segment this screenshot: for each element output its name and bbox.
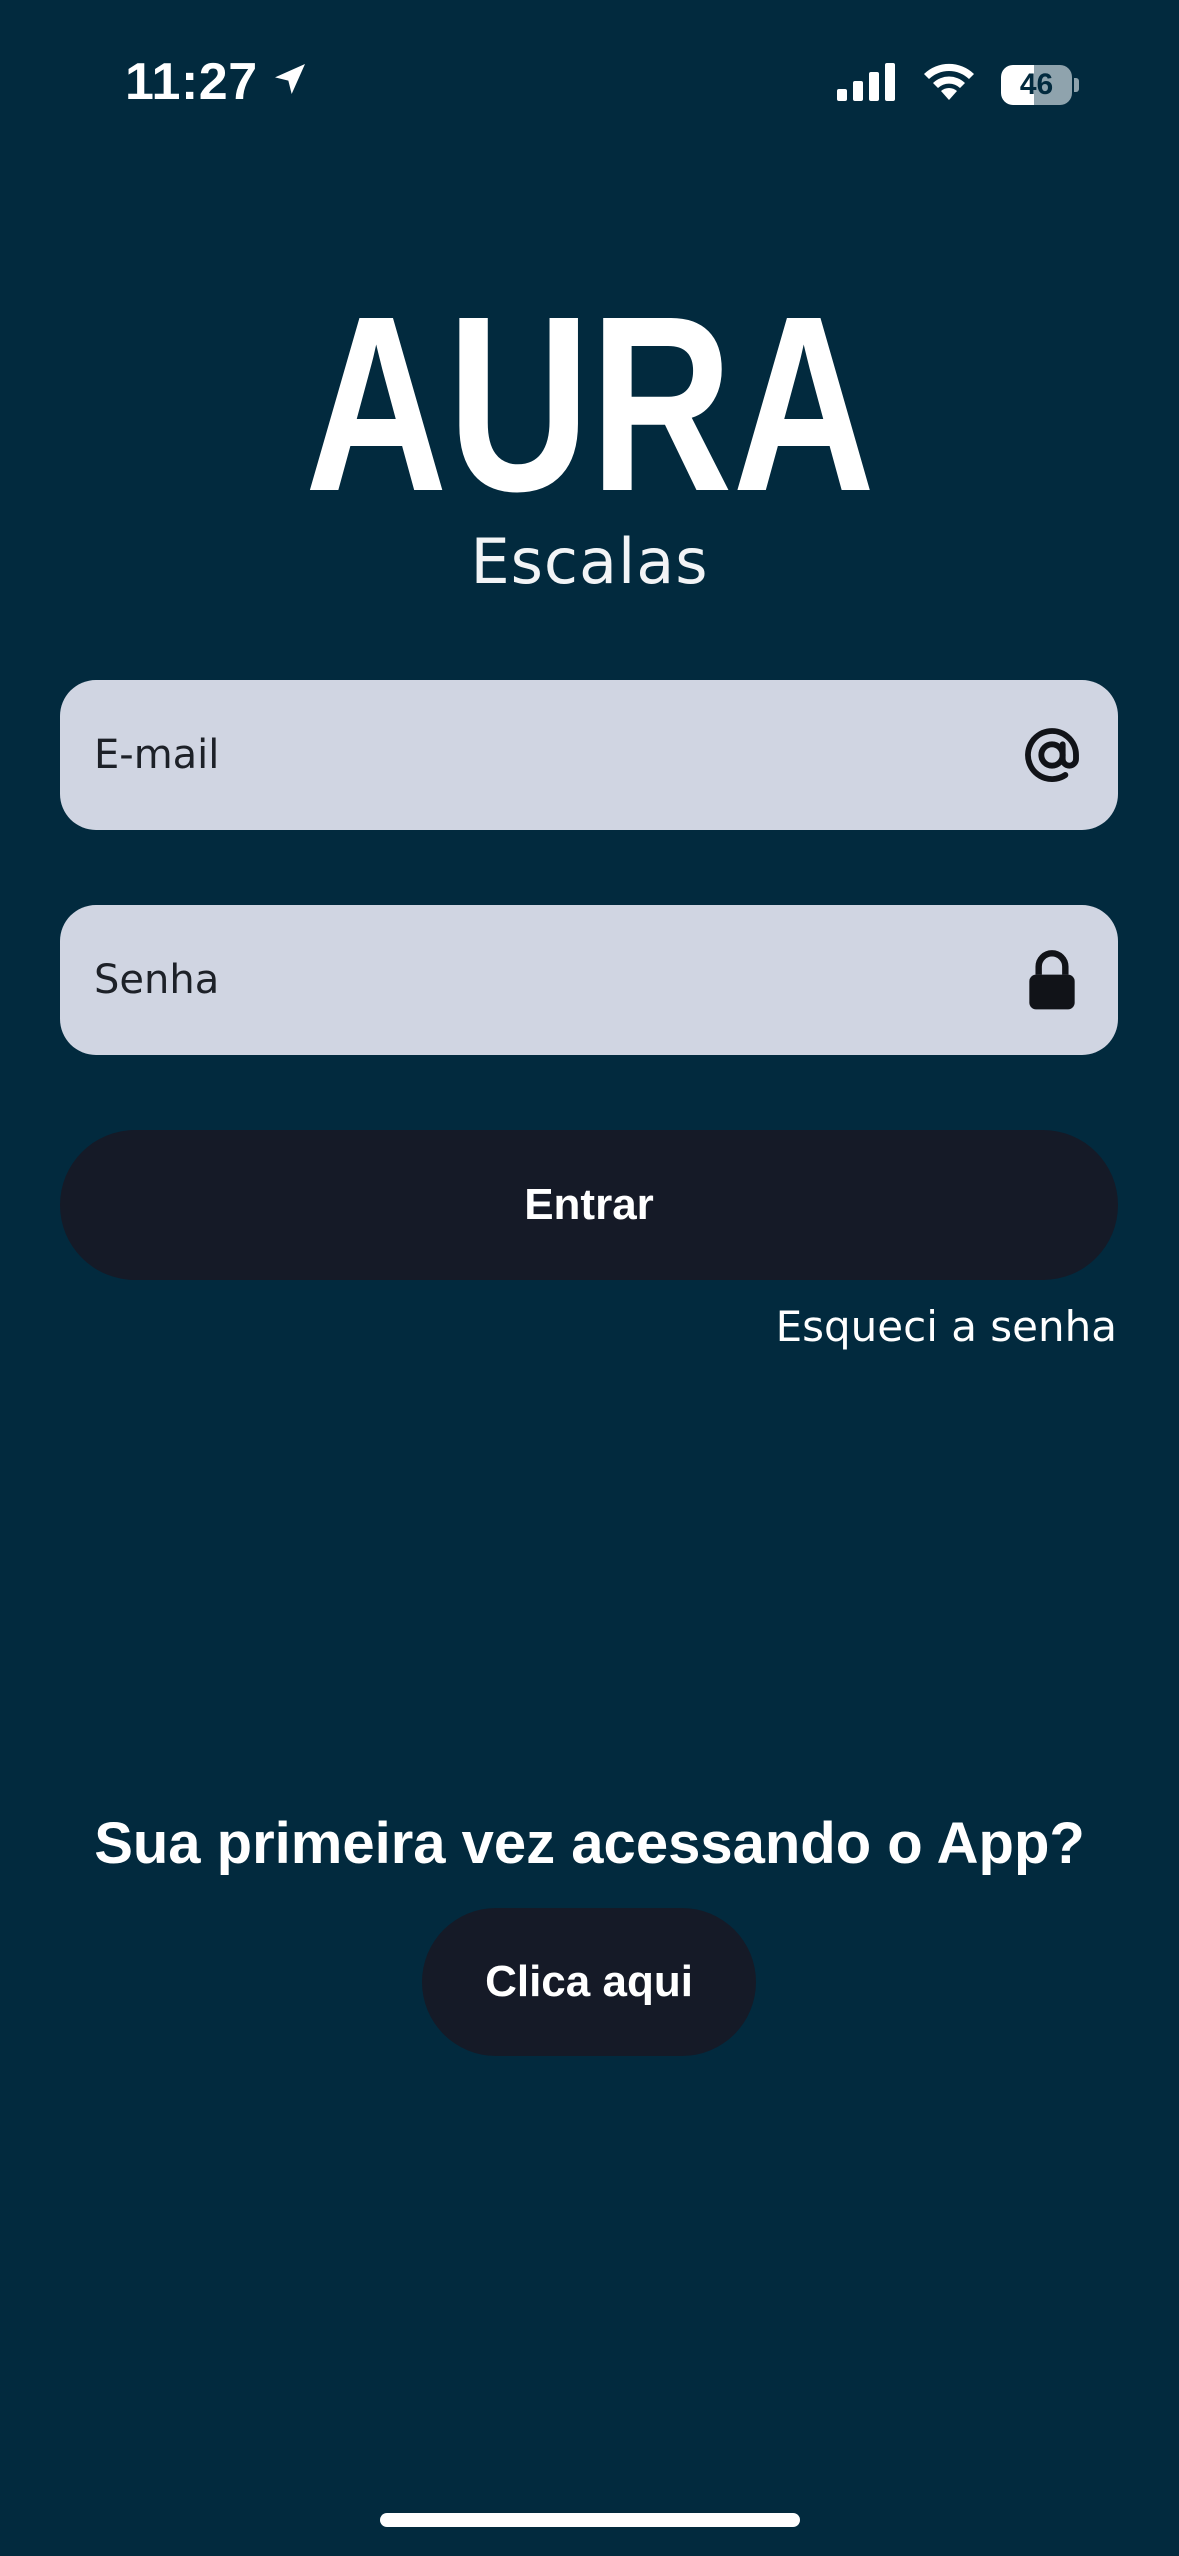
email-field[interactable]: E-mail <box>60 680 1118 830</box>
status-bar-time: 11:27 <box>125 52 310 112</box>
home-indicator[interactable] <box>380 2513 800 2527</box>
battery-percent: 46 <box>1019 67 1054 101</box>
login-button[interactable]: Entrar <box>60 1130 1118 1280</box>
brand-logo: AURA <box>0 300 1179 500</box>
status-bar-indicators: 46 <box>837 62 1079 107</box>
time-label: 11:27 <box>125 53 258 111</box>
logo-wordmark: AURA <box>305 300 875 500</box>
aura-logo-icon: AURA <box>305 300 875 500</box>
password-field[interactable]: Senha <box>60 905 1118 1055</box>
location-arrow-icon <box>270 52 310 112</box>
first-access-button[interactable]: Clica aqui <box>422 1908 756 2056</box>
logo-subtitle: Escalas <box>470 525 709 598</box>
lock-icon <box>1020 948 1084 1012</box>
password-placeholder: Senha <box>94 957 220 1003</box>
cellular-signal-icon <box>837 63 897 106</box>
battery-icon: 46 <box>1001 64 1079 106</box>
first-access-prompt: Sua primeira vez acessando o App? <box>94 1811 1085 1876</box>
email-placeholder: E-mail <box>94 732 220 778</box>
login-screen: 11:27 46 AURA Escalas E-mail Senha Entra… <box>0 0 1179 2556</box>
at-sign-icon <box>1020 723 1084 787</box>
forgot-password-link[interactable]: Esqueci a senha <box>776 1302 1117 1351</box>
wifi-icon <box>921 62 977 107</box>
